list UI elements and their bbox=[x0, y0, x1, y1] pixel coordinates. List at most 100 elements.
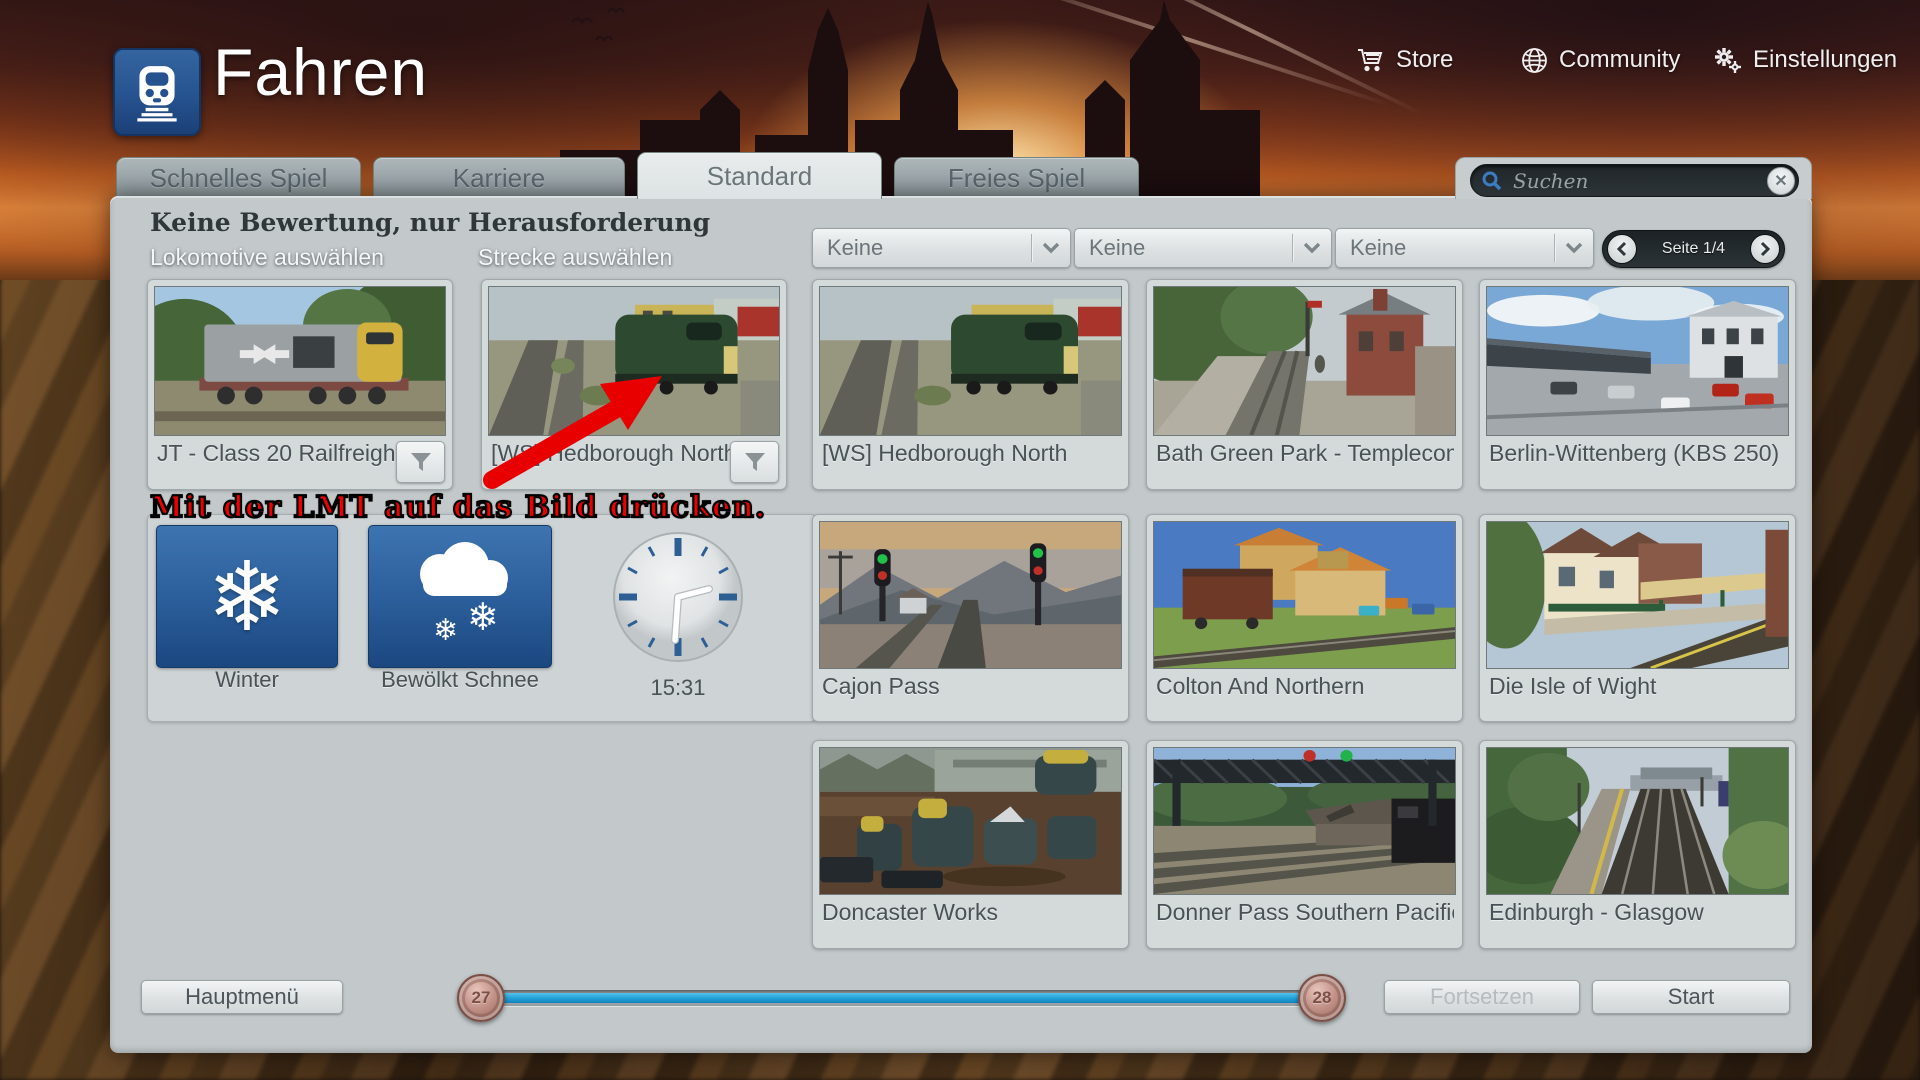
svg-text:❄: ❄ bbox=[433, 613, 458, 648]
resume-label: Fortsetzen bbox=[1430, 984, 1534, 1010]
cloud-snow-icon: ❄ ❄ bbox=[395, 542, 525, 652]
tab-label: Freies Spiel bbox=[948, 163, 1085, 194]
cart-icon bbox=[1357, 47, 1385, 73]
nav-community[interactable]: Community bbox=[1521, 46, 1680, 74]
route-card-caption: Donner Pass Southern Pacific bbox=[1156, 899, 1454, 926]
route-card-bath-green-park[interactable]: Bath Green Park - Templecombe bbox=[1146, 279, 1463, 490]
annotation-arrow-icon bbox=[470, 368, 705, 498]
chevron-down-icon bbox=[1565, 242, 1583, 254]
locomotive-thumbnail[interactable] bbox=[154, 286, 446, 436]
weather-panel: ❄ Winter ❄ ❄ Bewölkt Schnee bbox=[147, 514, 817, 722]
slider-left-value: 27 bbox=[472, 988, 491, 1008]
route-card-caption: Berlin-Wittenberg (KBS 250) bbox=[1489, 440, 1787, 467]
close-icon: ✕ bbox=[1774, 171, 1787, 191]
filter-funnel-icon bbox=[409, 451, 433, 473]
route-card-thumbnail[interactable] bbox=[1153, 521, 1456, 669]
start-label: Start bbox=[1668, 984, 1714, 1010]
dropdown-value: Keine bbox=[1350, 235, 1554, 261]
tab-standard[interactable]: Standard bbox=[637, 152, 882, 199]
search-placeholder: Suchen bbox=[1513, 169, 1588, 193]
analog-clock[interactable] bbox=[611, 530, 745, 664]
route-card-thumbnail[interactable] bbox=[1486, 521, 1789, 669]
route-column-label: Strecke auswählen bbox=[478, 244, 672, 271]
tab-schnelles-spiel[interactable]: Schnelles Spiel bbox=[116, 157, 361, 199]
locomotive-column-label: Lokomotive auswählen bbox=[150, 244, 384, 271]
route-card-thumbnail[interactable] bbox=[1153, 747, 1456, 895]
tab-label: Karriere bbox=[453, 163, 545, 194]
route-filter-button[interactable] bbox=[730, 441, 779, 483]
chevron-down-icon bbox=[1303, 242, 1321, 254]
nav-settings[interactable]: Einstellungen bbox=[1712, 46, 1897, 74]
tab-freies-spiel[interactable]: Freies Spiel bbox=[894, 157, 1139, 199]
nav-settings-label: Einstellungen bbox=[1753, 46, 1897, 74]
page-title: Fahren bbox=[213, 34, 428, 110]
season-winter-tile[interactable]: ❄ bbox=[156, 525, 338, 668]
slider-handle-right[interactable]: 28 bbox=[1298, 974, 1346, 1022]
dropdown-value: Keine bbox=[827, 235, 1031, 261]
route-card-cajon-pass[interactable]: Cajon Pass bbox=[812, 514, 1129, 722]
birds-silhouette bbox=[572, 9, 624, 40]
tab-karriere[interactable]: Karriere bbox=[373, 157, 625, 199]
page-indicator: Seite 1/4 bbox=[1662, 240, 1725, 258]
globe-icon bbox=[1521, 47, 1548, 74]
app-logo-train-icon bbox=[113, 48, 201, 136]
route-card-doncaster[interactable]: Doncaster Works bbox=[812, 740, 1129, 949]
route-card-caption: Edinburgh - Glasgow bbox=[1489, 899, 1787, 926]
nav-community-label: Community bbox=[1559, 46, 1680, 74]
main-panel: Keine Bewertung, nur Herausforderung Lok… bbox=[110, 196, 1812, 1053]
page-next-button[interactable] bbox=[1750, 234, 1780, 264]
search-input[interactable]: Suchen ✕ bbox=[1470, 164, 1799, 197]
scenario-slider-fill bbox=[498, 993, 1317, 1003]
nav-store-label: Store bbox=[1396, 46, 1453, 74]
filter-dropdown-1[interactable]: Keine bbox=[812, 228, 1071, 268]
filter-funnel-icon bbox=[743, 451, 767, 473]
route-card-berlin-wittenberg[interactable]: Berlin-Wittenberg (KBS 250) bbox=[1479, 279, 1796, 490]
resume-button[interactable]: Fortsetzen bbox=[1384, 980, 1580, 1014]
route-card-caption: Die Isle of Wight bbox=[1489, 673, 1787, 700]
search-area: Suchen ✕ bbox=[1455, 157, 1812, 199]
filter-dropdown-2[interactable]: Keine bbox=[1074, 228, 1332, 268]
route-card-donner-pass[interactable]: Donner Pass Southern Pacific bbox=[1146, 740, 1463, 949]
search-clear-button[interactable]: ✕ bbox=[1767, 167, 1795, 195]
drive-screen: Fahren Store Community bbox=[0, 0, 1920, 1080]
route-card-thumbnail[interactable] bbox=[819, 521, 1122, 669]
page-navigation: Seite 1/4 bbox=[1602, 230, 1785, 268]
main-menu-button[interactable]: Hauptmenü bbox=[141, 980, 343, 1014]
route-card-caption: Bath Green Park - Templecombe bbox=[1156, 440, 1454, 467]
snowflake-icon: ❄ bbox=[207, 549, 287, 645]
route-card-thumbnail[interactable] bbox=[819, 286, 1122, 436]
tab-label: Schnelles Spiel bbox=[150, 163, 328, 194]
slider-right-value: 28 bbox=[1313, 988, 1332, 1008]
route-card-thumbnail[interactable] bbox=[1153, 286, 1456, 436]
route-card-thumbnail[interactable] bbox=[1486, 286, 1789, 436]
route-card-caption: Colton And Northern bbox=[1156, 673, 1454, 700]
start-button[interactable]: Start bbox=[1592, 980, 1790, 1014]
route-card-edinburgh-glasgow[interactable]: Edinburgh - Glasgow bbox=[1479, 740, 1796, 949]
route-card-caption: Doncaster Works bbox=[822, 899, 1120, 926]
route-card-hedborough[interactable]: [WS] Hedborough North bbox=[812, 279, 1129, 490]
filter-dropdown-3[interactable]: Keine bbox=[1335, 228, 1594, 268]
time-display: 15:31 bbox=[628, 675, 728, 701]
weather-condition-label: Bewölkt Schnee bbox=[368, 667, 552, 693]
season-label: Winter bbox=[156, 667, 338, 693]
svg-text:❄: ❄ bbox=[467, 595, 499, 639]
route-card-isle-of-wight[interactable]: Die Isle of Wight bbox=[1479, 514, 1796, 722]
locomotive-filter-button[interactable] bbox=[396, 441, 445, 483]
route-card-thumbnail[interactable] bbox=[1486, 747, 1789, 895]
chevron-right-icon bbox=[1759, 241, 1771, 257]
slider-handle-left[interactable]: 27 bbox=[457, 974, 505, 1022]
chevron-left-icon bbox=[1616, 241, 1628, 257]
weather-condition-tile[interactable]: ❄ ❄ bbox=[368, 525, 552, 668]
tab-label: Standard bbox=[707, 161, 813, 192]
nav-store[interactable]: Store bbox=[1357, 46, 1453, 74]
page-prev-button[interactable] bbox=[1607, 234, 1637, 264]
route-card-thumbnail[interactable] bbox=[819, 747, 1122, 895]
route-card-caption: Cajon Pass bbox=[822, 673, 1120, 700]
gear-icon bbox=[1712, 46, 1742, 74]
scenario-slider-track[interactable] bbox=[495, 990, 1320, 1006]
selected-locomotive-card[interactable]: JT - Class 20 Railfreight bbox=[147, 279, 453, 490]
chevron-down-icon bbox=[1042, 242, 1060, 254]
route-card-colton[interactable]: Colton And Northern bbox=[1146, 514, 1463, 722]
main-menu-label: Hauptmenü bbox=[185, 984, 299, 1010]
dropdown-value: Keine bbox=[1089, 235, 1292, 261]
